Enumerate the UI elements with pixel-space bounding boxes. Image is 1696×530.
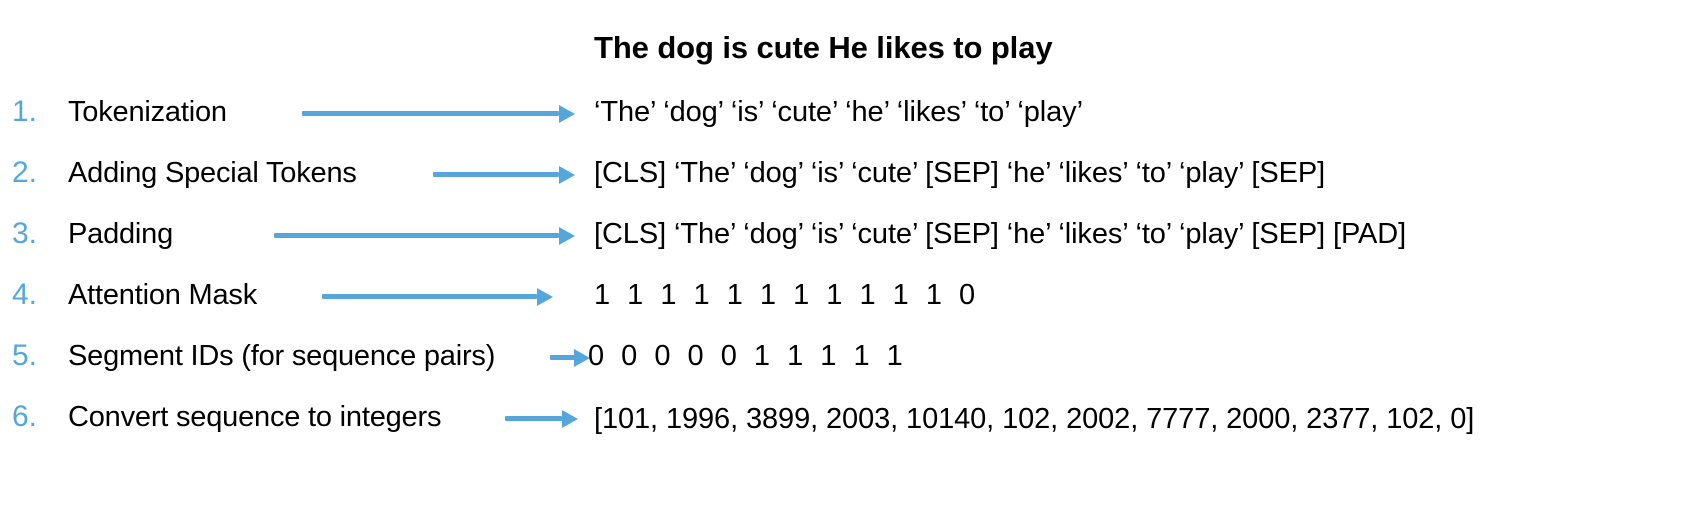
step-value: ‘The’ ‘dog’ ‘is’ ‘cute’ ‘he’ ‘likes’ ‘to… <box>594 96 1083 128</box>
step-value: [CLS] ‘The’ ‘dog’ ‘is’ ‘cute’ [SEP] ‘he’… <box>594 157 1326 189</box>
preprocessing-steps-list: 1. Tokenization ‘The’ ‘dog’ ‘is’ ‘cute’ … <box>0 92 1696 458</box>
step-value: 0 0 0 0 0 1 1 1 1 1 <box>588 340 908 372</box>
step-number: 3. <box>12 217 38 250</box>
right-arrow-icon <box>302 105 575 123</box>
right-arrow-icon <box>505 410 578 428</box>
step-value: 1 1 1 1 1 1 1 1 1 1 1 0 <box>594 279 980 311</box>
step-value: [CLS] ‘The’ ‘dog’ ‘is’ ‘cute’ [SEP] ‘he’… <box>594 218 1407 250</box>
right-arrow-icon <box>433 166 575 184</box>
step-number: 2. <box>12 156 38 189</box>
input-sentence: The dog is cute He likes to play <box>594 30 1053 65</box>
step-label: Padding <box>68 218 174 250</box>
step-label: Adding Special Tokens <box>68 157 357 189</box>
step-label: Convert sequence to integers <box>68 401 442 433</box>
step-row: 2. Adding Special Tokens [CLS] ‘The’ ‘do… <box>0 153 1696 214</box>
step-label: Attention Mask <box>68 279 258 311</box>
right-arrow-icon <box>550 349 590 367</box>
step-number: 4. <box>12 278 38 311</box>
slide-canvas: The dog is cute He likes to play 1. Toke… <box>0 0 1696 530</box>
step-number: 1. <box>12 95 38 128</box>
step-row: 1. Tokenization ‘The’ ‘dog’ ‘is’ ‘cute’ … <box>0 92 1696 153</box>
step-row: 6. Convert sequence to integers [101, 19… <box>0 397 1696 458</box>
step-value: [101, 1996, 3899, 2003, 10140, 102, 2002… <box>594 403 1475 435</box>
step-label: Tokenization <box>68 96 227 128</box>
step-row: 5. Segment IDs (for sequence pairs) 0 0 … <box>0 336 1696 397</box>
step-number: 6. <box>12 400 38 433</box>
step-number: 5. <box>12 339 38 372</box>
step-row: 4. Attention Mask 1 1 1 1 1 1 1 1 1 1 1 … <box>0 275 1696 336</box>
right-arrow-icon <box>274 227 575 245</box>
step-row: 3. Padding [CLS] ‘The’ ‘dog’ ‘is’ ‘cute’… <box>0 214 1696 275</box>
step-label: Segment IDs (for sequence pairs) <box>68 340 496 372</box>
right-arrow-icon <box>322 288 553 306</box>
